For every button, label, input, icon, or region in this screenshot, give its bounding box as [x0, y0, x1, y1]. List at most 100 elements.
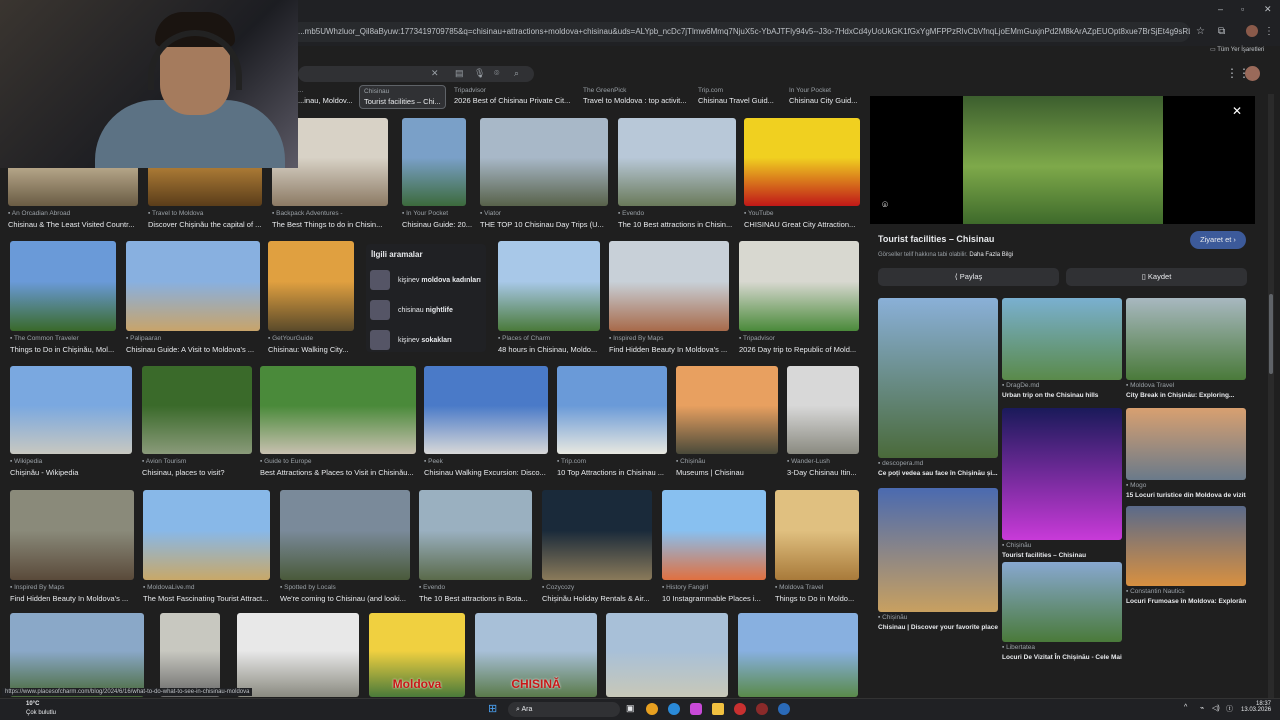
- result-caption[interactable]: ▪ In Your Pocket Chisinau Guide: 20...: [402, 210, 476, 229]
- keyboard-icon[interactable]: ▤: [455, 68, 464, 79]
- weather-desc[interactable]: Çok bulutlu: [26, 710, 56, 716]
- clear-icon[interactable]: ✕: [431, 68, 439, 79]
- related-item[interactable]: chisinau nightlife: [370, 300, 453, 320]
- edge-icon[interactable]: [668, 703, 680, 715]
- result-caption[interactable]: ▪ Backpack Adventures - The Best Things t…: [272, 210, 398, 229]
- extensions-icon[interactable]: ⧉: [1218, 26, 1225, 37]
- image-result[interactable]: Moldova: [369, 613, 465, 697]
- image-result[interactable]: [744, 118, 860, 206]
- result-tab[interactable]: Tripadvisor 2026 Best of Chisinau Private…: [454, 87, 570, 105]
- related-item[interactable]: kişinev sokakları: [370, 330, 452, 350]
- language-icon[interactable]: ⓣ: [1226, 704, 1233, 714]
- close-window-icon[interactable]: ✕: [1264, 4, 1272, 15]
- similar-image[interactable]: [1126, 408, 1246, 480]
- result-caption[interactable]: ▪ Guide to Europe Best Attractions & Plac…: [260, 458, 426, 477]
- lens-search-icon[interactable]: ⌾: [882, 200, 888, 211]
- image-result[interactable]: [10, 241, 116, 331]
- image-result[interactable]: [268, 241, 354, 331]
- image-result[interactable]: [280, 490, 410, 580]
- result-caption[interactable]: ▪ Trip.com 10 Top Attractions in Chisinau…: [557, 458, 677, 477]
- steam-icon[interactable]: [778, 703, 790, 715]
- result-caption[interactable]: ▪ Chișinău Museums | Chisinau: [676, 458, 788, 477]
- result-caption[interactable]: ▪ Tripadvisor 2026 Day trip to Republic o…: [739, 335, 869, 354]
- chrome-icon[interactable]: [646, 703, 658, 715]
- similar-caption[interactable]: ▪ Libertatea Locuri De Vizitat În Chișină…: [1002, 644, 1122, 661]
- similar-image[interactable]: [1002, 298, 1122, 380]
- image-result[interactable]: [10, 490, 134, 580]
- mic-icon[interactable]: 🎙: [474, 68, 485, 79]
- result-caption[interactable]: ▪ History Fangirl 10 Instagrammable Place…: [662, 584, 776, 603]
- close-icon[interactable]: ✕: [1232, 104, 1242, 118]
- visit-button[interactable]: Ziyaret et ›: [1190, 231, 1246, 249]
- result-caption[interactable]: ▪ Places of Charm 48 hours in Chisinau, M…: [498, 335, 610, 354]
- result-caption[interactable]: ▪ Evendo The 10 Best attractions in Bota.…: [419, 584, 542, 603]
- similar-image[interactable]: [1126, 506, 1246, 586]
- image-result[interactable]: [498, 241, 600, 331]
- result-caption[interactable]: ▪ Avion Tourism Chisinau, places to visit…: [142, 458, 262, 477]
- share-button[interactable]: ⟨ Paylaş: [878, 268, 1059, 286]
- result-caption[interactable]: ▪ An Orcadian Abroad Chisinau & The Least…: [8, 210, 148, 229]
- similar-caption[interactable]: ▪ DragDe.md Urban trip on the Chisinau hi…: [1002, 382, 1122, 399]
- result-caption[interactable]: ▪ Palipaaran Chisinau Guide: A Visit to M…: [126, 335, 270, 354]
- result-caption[interactable]: ▪ Inspired By Maps Find Hidden Beauty In …: [10, 584, 144, 603]
- image-result[interactable]: CHISINĂ: [475, 613, 597, 697]
- app-icon[interactable]: [734, 703, 746, 715]
- image-result[interactable]: [738, 613, 858, 697]
- image-result[interactable]: [609, 241, 729, 331]
- save-button[interactable]: ▯ Kaydet: [1066, 268, 1247, 286]
- result-caption[interactable]: ▪ GetYourGuide Chisinau: Walking City...: [268, 335, 364, 354]
- address-bar[interactable]: ...mb5UWhzluor_Qil8aByuw:1773419709785&q…: [290, 22, 1190, 42]
- result-caption[interactable]: ▪ Moldova Travel Things to Do in Moldo...: [775, 584, 869, 603]
- menu-icon[interactable]: ⋮: [1264, 26, 1274, 37]
- image-result[interactable]: [676, 366, 778, 454]
- image-result[interactable]: [419, 490, 532, 580]
- star-icon[interactable]: ☆: [1196, 26, 1205, 37]
- image-result[interactable]: [606, 613, 728, 697]
- image-result[interactable]: [143, 490, 270, 580]
- image-result[interactable]: [618, 118, 736, 206]
- similar-caption[interactable]: ▪ Chișinău Tourist facilities – Chisinau: [1002, 542, 1122, 559]
- image-result[interactable]: [237, 613, 359, 697]
- image-result[interactable]: [775, 490, 859, 580]
- result-caption[interactable]: ▪ Peek Chisinau Walking Excursion: Disco.…: [424, 458, 558, 477]
- result-tab[interactable]: The GreenPick Travel to Moldova : top act…: [583, 87, 687, 105]
- image-result[interactable]: [662, 490, 766, 580]
- tray-chevron-icon[interactable]: ^: [1184, 704, 1187, 711]
- image-result[interactable]: [160, 613, 220, 697]
- similar-image[interactable]: [878, 298, 998, 458]
- result-tab[interactable]: Trip.com Chisinau Travel Guid...: [698, 87, 774, 105]
- result-caption[interactable]: ▪ Travel to Moldova Discover Chișinău the…: [148, 210, 272, 229]
- similar-image[interactable]: [878, 488, 998, 612]
- weather-temp[interactable]: 10°C: [26, 701, 39, 707]
- taskbar-search[interactable]: ⌕ Ara: [508, 702, 620, 717]
- search-icon[interactable]: ⌕: [514, 68, 519, 79]
- result-tab[interactable]: ... ...inau, Moldov...: [298, 87, 352, 105]
- similar-image[interactable]: [1002, 562, 1122, 642]
- network-icon[interactable]: ⌁: [1200, 704, 1204, 712]
- image-result[interactable]: [10, 613, 144, 697]
- image-result[interactable]: [260, 366, 416, 454]
- image-result[interactable]: [480, 118, 608, 206]
- related-item[interactable]: kişinev moldova kadınları: [370, 270, 481, 290]
- volume-icon[interactable]: ◁): [1212, 704, 1220, 712]
- similar-image[interactable]: [1126, 298, 1246, 380]
- image-result[interactable]: [542, 490, 652, 580]
- result-tab-active[interactable]: Chisinau Tourist facilities – Chi...: [359, 85, 446, 109]
- lens-icon[interactable]: ⌾: [494, 68, 499, 79]
- result-caption[interactable]: ▪ Cozycozy Chișinău Holiday Rentals & Air…: [542, 584, 662, 603]
- image-result[interactable]: [142, 366, 252, 454]
- learn-more-link[interactable]: Daha Fazla Bilgi: [969, 252, 1013, 258]
- search-box[interactable]: ✕ ▤ 🎙 ⌾ ⌕: [298, 66, 534, 82]
- all-bookmarks[interactable]: ▭ Tüm Yer İşaretleri: [1210, 46, 1264, 53]
- similar-caption[interactable]: ▪ Moldova Travel City Break in Chișinău: …: [1126, 382, 1246, 399]
- result-caption[interactable]: ▪ Viator THE TOP 10 Chisinau Day Trips (U…: [480, 210, 618, 229]
- similar-caption[interactable]: ▪ Constantin Nautics Locuri Frumoase în M…: [1126, 588, 1246, 605]
- profile-avatar[interactable]: [1246, 25, 1258, 37]
- image-result[interactable]: [739, 241, 859, 331]
- similar-caption[interactable]: ▪ Chișinău Chisinau | Discover your favor…: [878, 614, 998, 631]
- result-caption[interactable]: ▪ MoldovaLive.md The Most Fascinating Tou…: [143, 584, 280, 603]
- similar-caption[interactable]: ▪ descopera.md Ce poți vedea sau face în …: [878, 460, 998, 477]
- scrollbar-thumb[interactable]: [1269, 294, 1273, 374]
- image-result[interactable]: [10, 366, 132, 454]
- result-caption[interactable]: ▪ Evendo The 10 Best attractions in Chisi…: [618, 210, 746, 229]
